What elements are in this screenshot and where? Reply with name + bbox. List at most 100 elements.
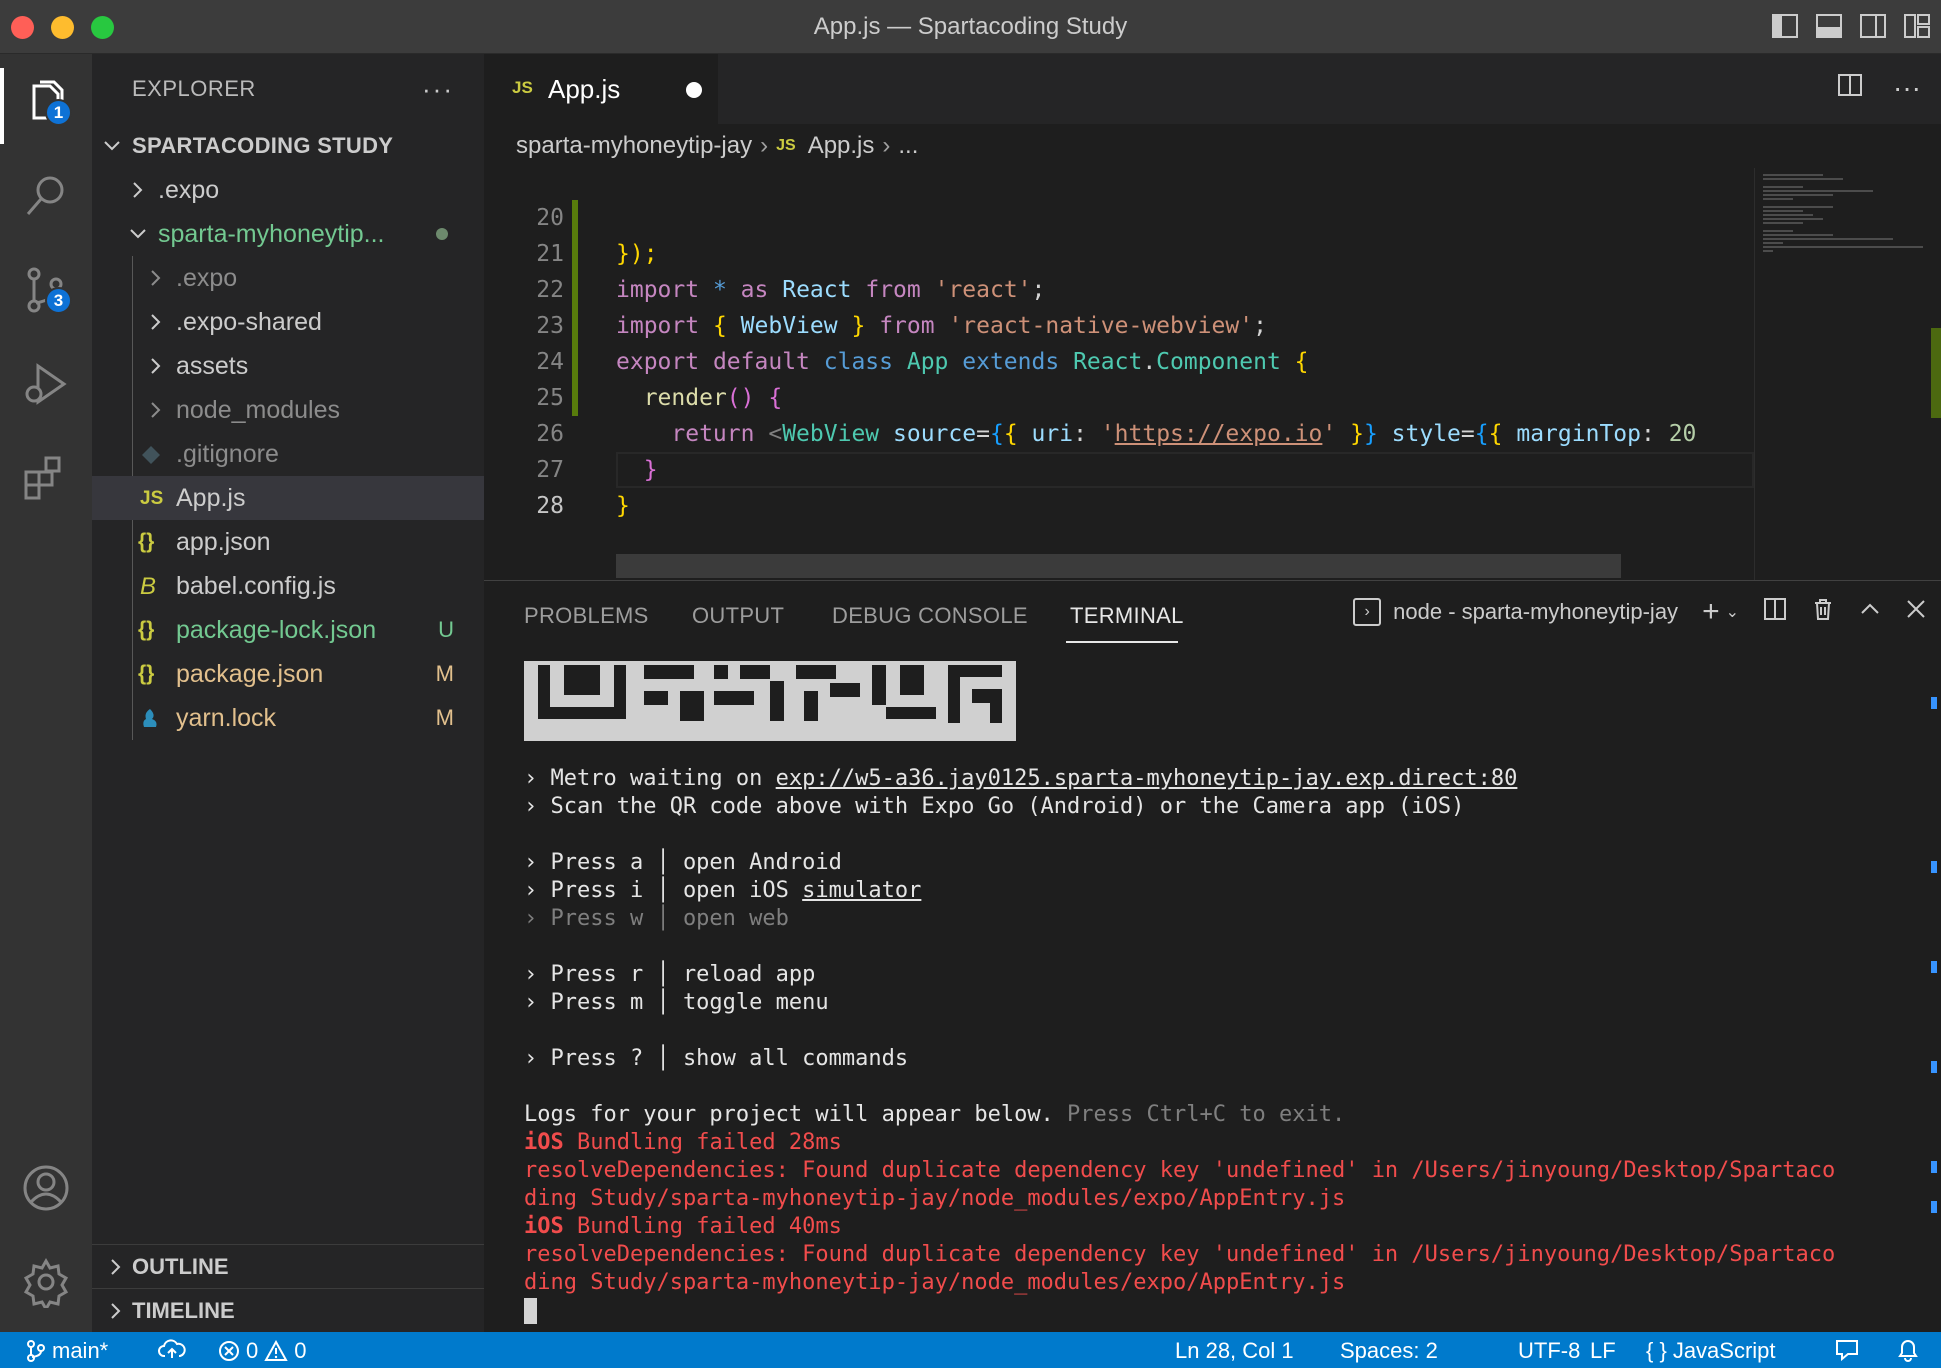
terminal-line: iOS Bundling failed 40ms [524, 1214, 842, 1239]
close-icon[interactable] [1905, 598, 1927, 626]
chevron-down-icon [104, 141, 120, 151]
editor-tab-bar: JS App.js ··· [484, 54, 1941, 124]
git-status-badge: U [438, 617, 454, 642]
simulator-link[interactable]: simulator [802, 878, 921, 903]
title-bar: App.js — Spartacoding Study [0, 0, 1941, 54]
indentation-status[interactable]: Spaces: 2 [1340, 1338, 1438, 1364]
feedback-icon[interactable] [1834, 1338, 1860, 1362]
tree-item-label: .expo-shared [176, 307, 322, 336]
terminal-output[interactable]: › Metro waiting on exp://w5-a36.jay0125.… [524, 661, 1914, 1325]
tree-item-label: package-lock.json [176, 615, 377, 644]
tree-item-label: babel.config.js [176, 571, 336, 600]
explorer-sidebar: EXPLORER ··· SPARTACODING STUDY .expo sp… [92, 54, 484, 1332]
breadcrumb-symbols[interactable]: ... [898, 132, 918, 160]
tree-item-sparta-myhoneytip[interactable]: sparta-myhoneytip... [92, 212, 484, 256]
tab-problems[interactable]: PROBLEMS [524, 603, 649, 629]
tree-item-assets[interactable]: assets [92, 344, 484, 388]
tree-item-babel-config[interactable]: B babel.config.js [92, 564, 484, 608]
terminal-name: node - sparta-myhoneytip-jay [1393, 599, 1679, 624]
tree-item-app-js[interactable]: JS App.js [92, 476, 484, 520]
explorer-more-actions-button[interactable]: ··· [422, 74, 454, 105]
run-debug-activity-button[interactable] [16, 354, 76, 414]
tree-item-label: app.json [176, 527, 271, 556]
window-title: App.js — Spartacoding Study [813, 13, 1128, 40]
chevron-right-icon [111, 1302, 121, 1319]
split-terminal-icon[interactable] [1763, 597, 1787, 627]
minimap[interactable] [1754, 168, 1941, 580]
terminal-line: › Metro waiting on exp://w5-a36.jay0125.… [524, 766, 1518, 791]
chevron-down-icon [130, 229, 146, 239]
source-control-activity-button[interactable]: 3 [16, 260, 76, 320]
minimap-scroll-indicator [1931, 328, 1941, 418]
terminal-line: iOS Bundling failed 28ms [524, 1130, 842, 1155]
unsaved-changes-dot[interactable] [686, 82, 702, 98]
terminal-error-line: ding Study/sparta-myhoneytip-jay/node_mo… [524, 1270, 1346, 1295]
cursor-position-status[interactable]: Ln 28, Col 1 [1175, 1338, 1294, 1364]
toggle-panel-icon[interactable] [1815, 12, 1843, 40]
terminal-line: › Press m │ toggle menu [524, 990, 829, 1015]
terminal-cursor [524, 1298, 537, 1324]
manage-activity-button[interactable] [16, 1252, 76, 1312]
error-icon [219, 1341, 239, 1361]
git-branch-status[interactable]: main* [26, 1338, 108, 1364]
tree-item-expo-nested[interactable]: .expo [92, 256, 484, 300]
timeline-section-header[interactable]: TIMELINE [92, 1288, 484, 1332]
extensions-activity-button[interactable] [16, 448, 76, 508]
yarn-file-icon [143, 709, 157, 727]
tree-item-gitignore[interactable]: .gitignore [92, 432, 484, 476]
explorer-title: EXPLORER [132, 76, 256, 101]
notifications-bell-icon[interactable] [1896, 1338, 1920, 1362]
breadcrumb-folder[interactable]: sparta-myhoneytip-jay [516, 132, 752, 160]
tree-item-yarn-lock[interactable]: yarn.lock M [92, 696, 484, 740]
tree-item-expo[interactable]: .expo [92, 168, 484, 212]
chevron-right-icon [151, 270, 161, 286]
terminal-line: › Press ? │ show all commands [524, 1046, 909, 1071]
chevron-up-icon[interactable] [1859, 598, 1881, 626]
tree-item-node-modules[interactable]: node_modules [92, 388, 484, 432]
tree-item-package-lock[interactable]: {} package-lock.json U [92, 608, 484, 652]
metro-url-link[interactable]: exp://w5-a36.jay0125.sparta-myhoneytip-j… [776, 766, 1518, 791]
terminal-line: › Scan the QR code above with Expo Go (A… [524, 794, 1465, 819]
encoding-status[interactable]: UTF-8 [1518, 1338, 1580, 1364]
eol-status[interactable]: LF [1590, 1338, 1616, 1364]
split-editor-icon[interactable] [1837, 72, 1863, 105]
problems-status[interactable]: 0 0 [218, 1338, 307, 1364]
code-editor[interactable]: 20 }); 21 import * as React from 'react'… [484, 168, 1754, 580]
terminal-line: Logs for your project will appear below.… [524, 1102, 1346, 1127]
outline-section-header[interactable]: OUTLINE [92, 1244, 484, 1288]
tree-item-label: assets [176, 351, 249, 380]
editor-more-actions-icon[interactable]: ··· [1893, 72, 1921, 105]
tree-item-package-json[interactable]: {} package.json M [92, 652, 484, 696]
language-mode-status[interactable]: { } JavaScript [1646, 1338, 1776, 1364]
chevron-right-icon [151, 358, 161, 374]
breadcrumb-file[interactable]: App.js [808, 132, 875, 160]
editor-tab-app-js[interactable]: JS App.js [484, 54, 718, 124]
terminal-selector[interactable]: › node - sparta-myhoneytip-jay [1353, 598, 1678, 626]
toggle-primary-sidebar-icon[interactable] [1771, 12, 1799, 40]
current-line-highlight [616, 452, 1754, 488]
tree-item-label: App.js [176, 483, 246, 512]
search-activity-button[interactable] [16, 166, 76, 226]
tab-terminal[interactable]: TERMINAL [1070, 603, 1184, 629]
accounts-activity-button[interactable] [16, 1158, 76, 1218]
tab-output[interactable]: OUTPUT [692, 603, 784, 629]
tab-label: App.js [548, 74, 621, 104]
chevron-down-icon[interactable]: ⌄ [1726, 602, 1739, 622]
chevron-right-icon [151, 402, 161, 418]
active-tab-underline [1066, 641, 1178, 643]
trash-icon[interactable] [1811, 597, 1835, 627]
new-terminal-icon[interactable]: + [1702, 595, 1720, 629]
explorer-activity-button[interactable]: 1 [16, 72, 76, 132]
warning-count: 0 [294, 1338, 307, 1363]
sync-status[interactable] [158, 1338, 186, 1360]
tree-item-expo-shared[interactable]: .expo-shared [92, 300, 484, 344]
tree-item-label: .gitignore [176, 439, 279, 468]
tree-item-app-json[interactable]: {} app.json [92, 520, 484, 564]
workspace-root-folder[interactable]: SPARTACODING STUDY [92, 124, 484, 168]
toggle-secondary-sidebar-icon[interactable] [1859, 12, 1887, 40]
tab-debug-console[interactable]: DEBUG CONSOLE [832, 603, 1028, 629]
tree-item-label: .expo [176, 263, 238, 292]
terminal-line: › Press i │ open iOS simulator [524, 878, 922, 903]
customize-layout-icon[interactable] [1903, 12, 1931, 40]
horizontal-scrollbar[interactable] [616, 554, 1621, 578]
